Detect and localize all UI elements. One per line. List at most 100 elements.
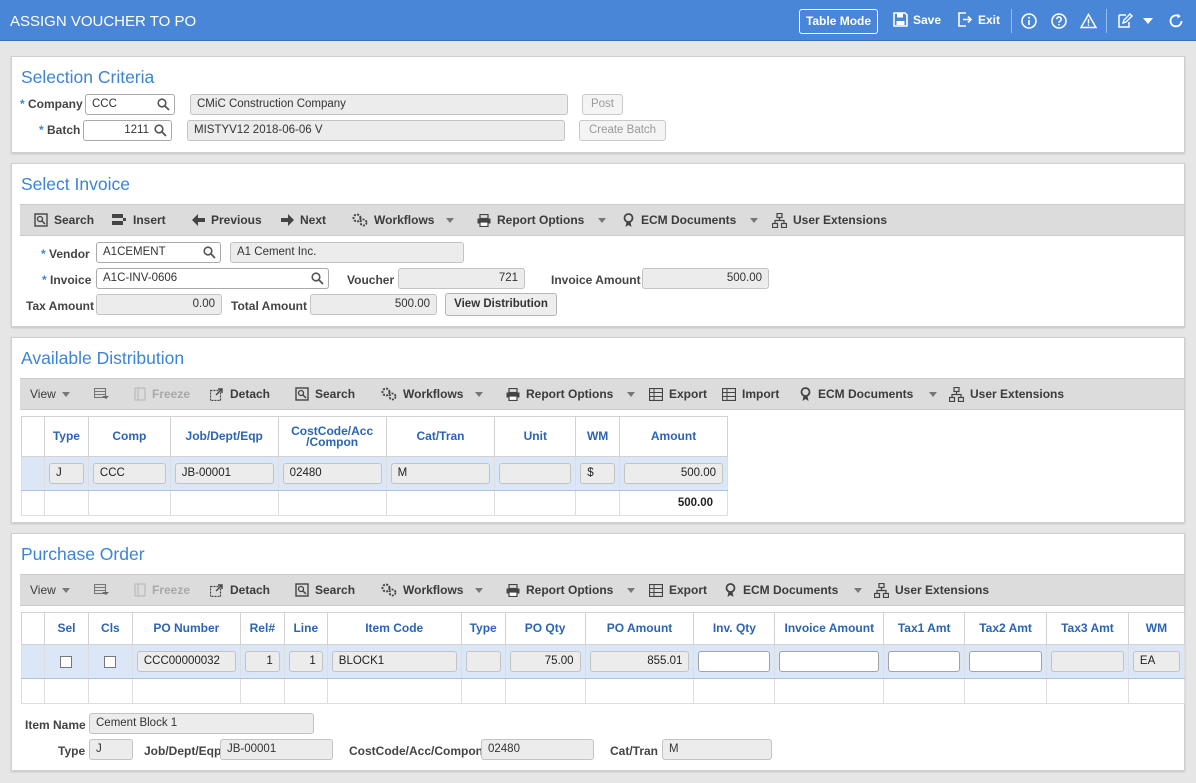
invoice-amount-input[interactable] — [779, 651, 880, 672]
column-header[interactable]: Unit — [494, 416, 577, 457]
column-header[interactable]: WM — [1127, 612, 1186, 645]
chevron-down-icon[interactable] — [627, 587, 636, 593]
post-button[interactable]: Post — [582, 94, 623, 115]
column-header[interactable]: PO Number — [131, 612, 241, 645]
search-button[interactable]: Search — [34, 205, 94, 235]
user-extensions-button[interactable]: User Extensions — [874, 575, 989, 605]
table-row[interactable]: CCC00000032 1 1 BLOCK1 75.00 855.01 EA — [21, 644, 1186, 679]
tax2-amt-input[interactable] — [969, 651, 1043, 672]
detach-button[interactable]: Detach — [210, 575, 270, 605]
column-header[interactable]: Sel — [43, 612, 89, 645]
column-header[interactable]: Job/Dept/Eqp — [169, 416, 279, 457]
cls-checkbox[interactable] — [104, 655, 117, 668]
export-button[interactable]: Export — [649, 575, 707, 605]
freeze-button[interactable]: Freeze — [134, 575, 190, 605]
ecm-documents-button[interactable]: ECM Documents — [622, 205, 759, 235]
table-mode-button[interactable]: Table Mode — [799, 9, 878, 34]
ecm-documents-button[interactable]: ECM Documents — [724, 575, 863, 605]
workflows-button[interactable]: Workflows — [352, 205, 455, 235]
inv-qty-input[interactable] — [698, 651, 771, 672]
batch-name-field: MISTYV12 2018-06-06 V — [187, 120, 565, 141]
previous-button[interactable]: Previous — [192, 205, 262, 235]
refresh-icon[interactable] — [1167, 12, 1185, 30]
column-header[interactable]: Tax1 Amt — [883, 612, 966, 645]
view-menu[interactable]: View — [30, 379, 70, 409]
vendor-field[interactable]: A1CEMENT — [96, 242, 221, 263]
column-header[interactable]: Cls — [87, 612, 133, 645]
chevron-down-icon[interactable] — [750, 217, 759, 223]
view-distribution-button[interactable]: View Distribution — [445, 293, 557, 316]
column-header[interactable]: PO Amount — [584, 612, 695, 645]
next-button[interactable]: Next — [281, 205, 326, 235]
workflows-button[interactable]: Workflows — [381, 575, 484, 605]
chevron-down-icon[interactable] — [475, 391, 484, 397]
ecm-icon — [725, 582, 736, 597]
filter-button[interactable] — [94, 379, 109, 409]
search-icon[interactable] — [157, 98, 170, 111]
detach-button[interactable]: Detach — [210, 379, 270, 409]
ecm-documents-button[interactable]: ECM Documents — [799, 379, 938, 409]
search-icon[interactable] — [203, 246, 216, 259]
insert-button[interactable]: Insert — [111, 205, 166, 235]
view-menu[interactable]: View — [30, 575, 70, 605]
column-header[interactable]: Tax2 Amt — [964, 612, 1048, 645]
invoice-field[interactable]: A1C-INV-0606 — [96, 268, 329, 289]
chevron-down-icon[interactable] — [61, 587, 70, 593]
company-field[interactable]: CCC — [85, 94, 175, 115]
filter-button[interactable] — [94, 575, 109, 605]
chevron-down-icon[interactable] — [627, 391, 636, 397]
batch-field[interactable]: 1211 — [83, 120, 172, 141]
hierarchy-icon — [949, 386, 964, 402]
user-extensions-button[interactable]: User Extensions — [949, 379, 1064, 409]
tax1-amt-input[interactable] — [888, 651, 961, 672]
type-field: J — [89, 739, 133, 760]
help-icon[interactable] — [1050, 12, 1068, 30]
column-header[interactable]: Tax3 Amt — [1046, 612, 1129, 645]
warning-icon[interactable] — [1079, 12, 1097, 30]
user-extensions-button[interactable]: User Extensions — [772, 205, 887, 235]
chevron-down-icon[interactable] — [475, 587, 484, 593]
exit-button[interactable]: Exit — [957, 12, 1000, 27]
search-icon[interactable] — [154, 124, 167, 137]
chevron-down-icon[interactable] — [929, 391, 938, 397]
search-button[interactable]: Search — [295, 379, 355, 409]
column-header[interactable]: Cat/Tran — [385, 416, 496, 457]
freeze-button[interactable]: Freeze — [134, 379, 190, 409]
chevron-down-icon[interactable] — [598, 217, 607, 223]
search-icon[interactable] — [311, 272, 324, 285]
column-header[interactable]: Type — [460, 612, 506, 645]
chevron-down-icon[interactable] — [1143, 18, 1153, 24]
row-selector[interactable] — [21, 644, 45, 679]
column-header[interactable]: Type — [43, 416, 89, 457]
report-options-button[interactable]: Report Options — [477, 205, 607, 235]
report-options-button[interactable]: Report Options — [506, 575, 636, 605]
comp-cell: CCC — [92, 463, 166, 484]
column-header[interactable]: Comp — [87, 416, 171, 457]
column-header[interactable]: Item Code — [326, 612, 462, 645]
import-button[interactable]: Import — [722, 379, 779, 409]
export-button[interactable]: Export — [649, 379, 707, 409]
chevron-down-icon[interactable] — [61, 391, 70, 397]
workflows-button[interactable]: Workflows — [381, 379, 484, 409]
row-selector[interactable] — [21, 456, 45, 491]
column-header[interactable]: WM — [575, 416, 621, 457]
column-header[interactable]: Line — [283, 612, 328, 645]
sel-checkbox[interactable] — [60, 655, 73, 668]
column-header[interactable]: Rel# — [239, 612, 285, 645]
column-header[interactable]: Invoice Amount — [774, 612, 885, 645]
table-row[interactable]: J CCC JB-00001 02480 M $ 500.00 — [21, 456, 728, 491]
column-header[interactable]: CostCode/Acc /Compon — [277, 416, 387, 457]
info-icon[interactable] — [1020, 12, 1038, 30]
job-cell: JB-00001 — [174, 463, 274, 484]
chevron-down-icon[interactable] — [446, 217, 455, 223]
report-options-button[interactable]: Report Options — [506, 379, 636, 409]
arrow-right-icon — [281, 214, 294, 226]
create-batch-button[interactable]: Create Batch — [579, 120, 666, 141]
search-button[interactable]: Search — [295, 575, 355, 605]
save-button[interactable]: Save — [893, 12, 941, 27]
column-header[interactable]: Amount — [619, 416, 728, 457]
edit-icon[interactable] — [1116, 12, 1134, 30]
column-header[interactable]: Inv. Qty — [693, 612, 776, 645]
chevron-down-icon[interactable] — [854, 587, 863, 593]
column-header[interactable]: PO Qty — [504, 612, 586, 645]
